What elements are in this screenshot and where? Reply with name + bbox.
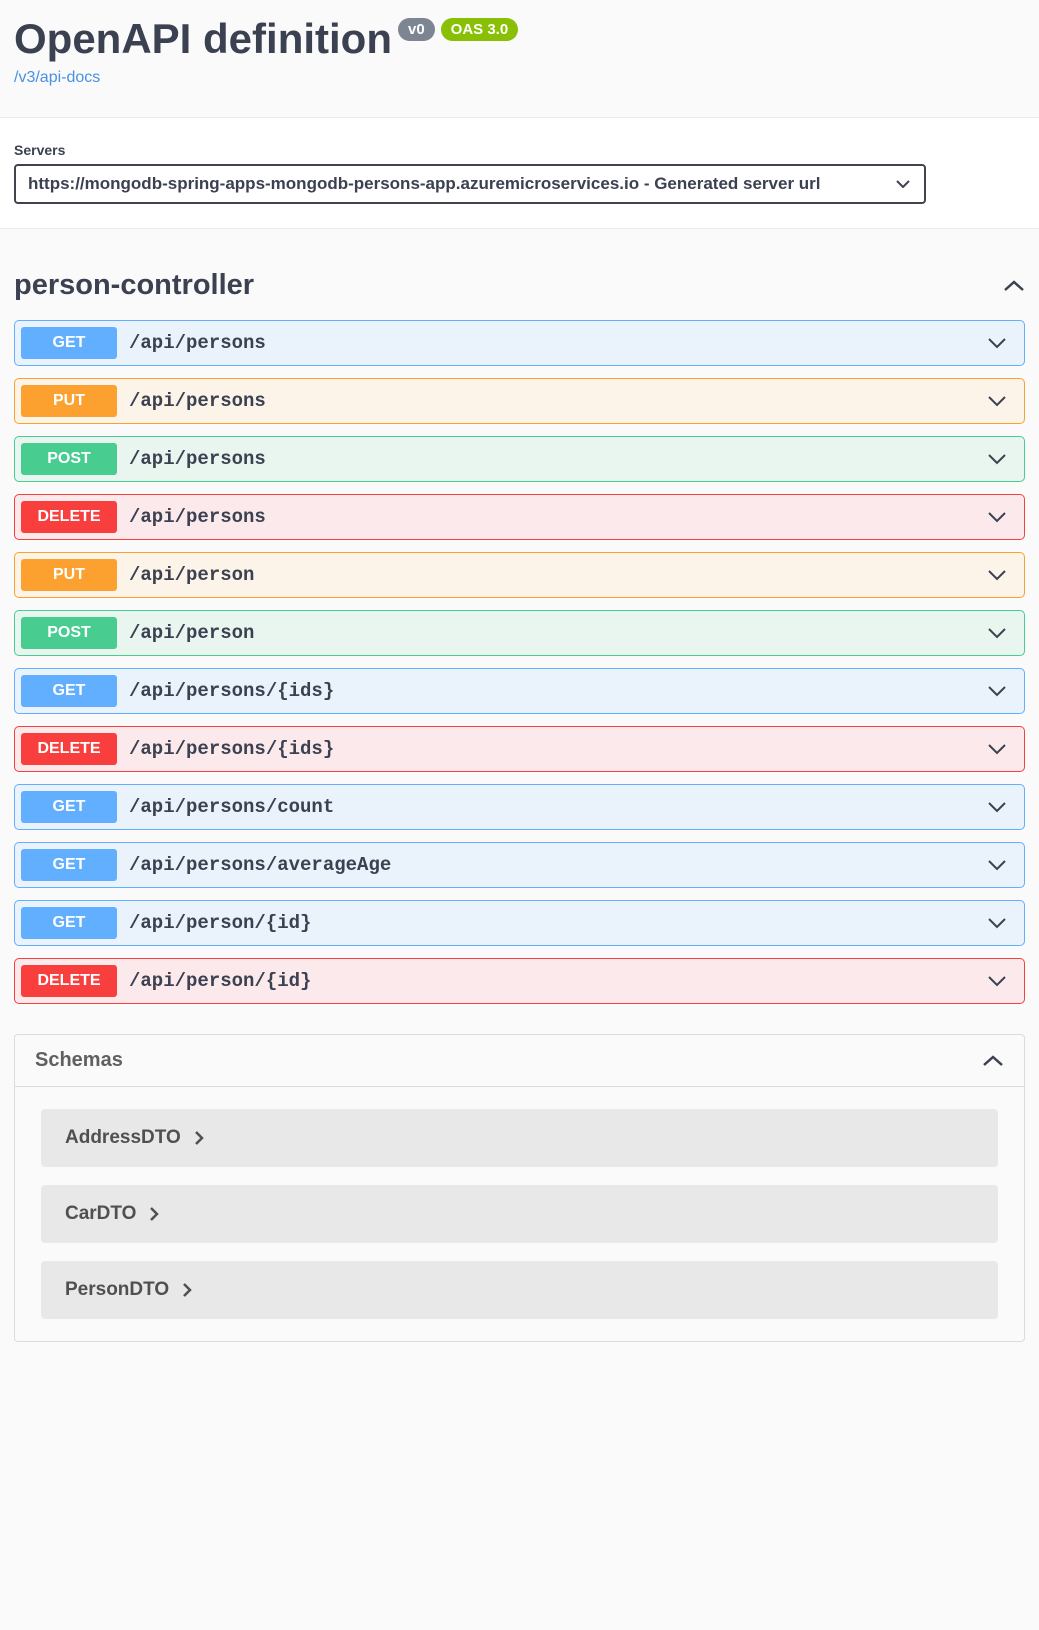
chevron-down-icon [988, 454, 1006, 465]
method-badge: DELETE [21, 965, 117, 997]
operation-row[interactable]: DELETE/api/persons [14, 494, 1025, 540]
version-badge: v0 [398, 18, 435, 41]
operation-path: /api/persons [129, 448, 988, 470]
header: OpenAPI definition v0 OAS 3.0 /v3/api-do… [0, 0, 1039, 117]
chevron-down-icon [988, 338, 1006, 349]
operation-path: /api/persons/count [129, 796, 988, 818]
operation-path: /api/persons [129, 506, 988, 528]
chevron-down-icon [988, 570, 1006, 581]
operation-row[interactable]: POST/api/persons [14, 436, 1025, 482]
operation-row[interactable]: DELETE/api/person/{id} [14, 958, 1025, 1004]
chevron-down-icon [988, 396, 1006, 407]
page-title: OpenAPI definition [14, 15, 392, 63]
method-badge: PUT [21, 385, 117, 417]
operation-path: /api/person/{id} [129, 970, 988, 992]
operation-row[interactable]: PUT/api/person [14, 552, 1025, 598]
method-badge: DELETE [21, 733, 117, 765]
schema-item[interactable]: PersonDTO [41, 1261, 998, 1319]
method-badge: GET [21, 849, 117, 881]
schema-name: AddressDTO [65, 1127, 181, 1149]
server-selected-value: https://mongodb-spring-apps-mongodb-pers… [28, 174, 821, 194]
operation-row[interactable]: PUT/api/persons [14, 378, 1025, 424]
chevron-down-icon [988, 686, 1006, 697]
chevron-right-icon [150, 1207, 159, 1221]
operation-path: /api/person/{id} [129, 912, 988, 934]
operation-path: /api/persons [129, 332, 988, 354]
method-badge: DELETE [21, 501, 117, 533]
operation-path: /api/person [129, 622, 988, 644]
operation-row[interactable]: DELETE/api/persons/{ids} [14, 726, 1025, 772]
operation-path: /api/persons/{ids} [129, 738, 988, 760]
chevron-down-icon [896, 180, 910, 188]
method-badge: GET [21, 675, 117, 707]
chevron-down-icon [988, 802, 1006, 813]
tag-header[interactable]: person-controller [14, 259, 1025, 320]
chevron-down-icon [988, 512, 1006, 523]
method-badge: GET [21, 327, 117, 359]
chevron-down-icon [988, 918, 1006, 929]
oas-badge: OAS 3.0 [441, 18, 519, 41]
operation-path: /api/persons/{ids} [129, 680, 988, 702]
schema-name: CarDTO [65, 1203, 136, 1225]
schemas-box: Schemas AddressDTO CarDTO PersonDTO [14, 1034, 1025, 1342]
schemas-list: AddressDTO CarDTO PersonDTO [15, 1087, 1024, 1341]
operation-path: /api/persons/averageAge [129, 854, 988, 876]
operation-row[interactable]: GET/api/persons/averageAge [14, 842, 1025, 888]
schema-name: PersonDTO [65, 1279, 169, 1301]
operation-path: /api/persons [129, 390, 988, 412]
chevron-right-icon [195, 1131, 204, 1145]
schema-item[interactable]: CarDTO [41, 1185, 998, 1243]
chevron-down-icon [988, 860, 1006, 871]
operation-row[interactable]: GET/api/persons/{ids} [14, 668, 1025, 714]
api-docs-link[interactable]: /v3/api-docs [14, 69, 100, 87]
schema-item[interactable]: AddressDTO [41, 1109, 998, 1167]
method-badge: POST [21, 443, 117, 475]
operation-row[interactable]: GET/api/persons [14, 320, 1025, 366]
schemas-title: Schemas [35, 1049, 123, 1072]
content: person-controller GET/api/personsPUT/api… [0, 229, 1039, 1356]
server-select[interactable]: https://mongodb-spring-apps-mongodb-pers… [14, 164, 926, 204]
operation-path: /api/person [129, 564, 988, 586]
chevron-up-icon [982, 1055, 1004, 1067]
chevron-up-icon [1003, 280, 1025, 292]
tag-name: person-controller [14, 269, 254, 302]
servers-section: Servers https://mongodb-spring-apps-mong… [0, 117, 1039, 229]
schemas-header[interactable]: Schemas [15, 1035, 1024, 1087]
chevron-down-icon [988, 628, 1006, 639]
method-badge: PUT [21, 559, 117, 591]
method-badge: GET [21, 907, 117, 939]
operation-row[interactable]: GET/api/person/{id} [14, 900, 1025, 946]
chevron-down-icon [988, 744, 1006, 755]
operation-row[interactable]: POST/api/person [14, 610, 1025, 656]
operation-row[interactable]: GET/api/persons/count [14, 784, 1025, 830]
operations-list: GET/api/personsPUT/api/personsPOST/api/p… [14, 320, 1025, 1004]
servers-label: Servers [14, 142, 1025, 158]
method-badge: POST [21, 617, 117, 649]
chevron-down-icon [988, 976, 1006, 987]
method-badge: GET [21, 791, 117, 823]
title-row: OpenAPI definition v0 OAS 3.0 [14, 15, 1025, 63]
chevron-right-icon [183, 1283, 192, 1297]
